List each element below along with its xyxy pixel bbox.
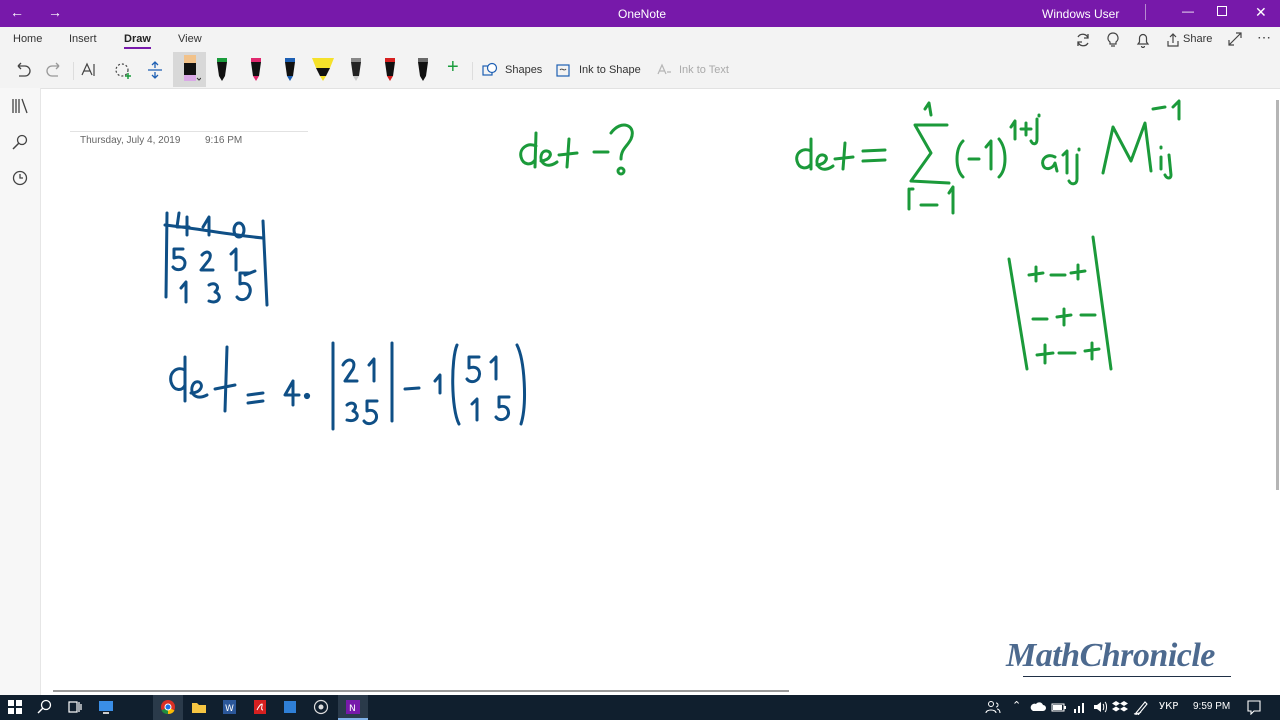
mathchronicle-logo: MathChronicle — [1006, 637, 1215, 674]
restore-icon[interactable] — [1217, 6, 1227, 16]
ink-to-text-button[interactable]: Ink to Text — [656, 52, 736, 88]
tab-home[interactable]: Home — [13, 33, 42, 45]
tray-expand-icon[interactable]: ⌃ — [1012, 699, 1021, 712]
ink-to-text-label: Ink to Text — [679, 64, 729, 76]
desktop-app-icon[interactable] — [98, 699, 114, 715]
tab-insert[interactable]: Insert — [69, 33, 97, 45]
close-icon[interactable]: ✕ — [1255, 4, 1267, 21]
shapes-button[interactable]: Shapes — [482, 52, 544, 88]
ribbon-tabs: Home Insert Draw View Share ⋯ — [0, 27, 1280, 52]
pen-red-icon[interactable] — [383, 56, 397, 82]
blue-app-icon[interactable] — [282, 699, 298, 715]
add-space-icon[interactable] — [146, 61, 164, 79]
tab-view[interactable]: View — [178, 33, 202, 45]
taskbar-search-icon[interactable] — [37, 699, 53, 715]
green-ink-formulas — [519, 99, 1181, 371]
share-icon — [1167, 33, 1179, 47]
more-options-icon[interactable]: ⋯ — [1257, 29, 1271, 46]
acrobat-icon[interactable] — [252, 699, 268, 715]
pencil-icon[interactable] — [349, 56, 363, 82]
blue-ink-matrix — [163, 211, 526, 431]
pen-blue-icon[interactable] — [283, 56, 297, 82]
shapes-label: Shapes — [505, 64, 543, 76]
ink-to-text-icon — [657, 63, 671, 75]
pen-dark-icon[interactable] — [416, 56, 430, 82]
input-language[interactable]: УКР — [1159, 701, 1178, 712]
note-canvas[interactable]: Thursday, July 4, 2019 9:16 PM MathChron… — [41, 89, 1276, 693]
dropbox-icon[interactable] — [1112, 699, 1128, 715]
windows-taskbar: W N ⌃ УКР 9:59 PM — [0, 695, 1280, 720]
redo-icon[interactable] — [46, 62, 64, 78]
expand-icon[interactable] — [1228, 32, 1242, 46]
chrome-icon — [161, 700, 175, 715]
type-select-icon[interactable] — [80, 61, 98, 79]
svg-text:W: W — [225, 704, 234, 714]
title-divider — [1145, 4, 1146, 20]
bell-icon[interactable] — [1136, 32, 1150, 48]
user-name[interactable]: Windows User — [1042, 7, 1119, 21]
shapes-icon — [482, 62, 498, 76]
eraser-button[interactable] — [173, 52, 206, 87]
people-icon[interactable] — [985, 699, 1001, 715]
recorder-icon[interactable] — [313, 699, 329, 715]
draw-toolbar: + Shapes Ink to Shape Ink to Text — [0, 52, 1280, 89]
add-pen-icon[interactable]: + — [447, 56, 459, 79]
sync-icon[interactable] — [1075, 32, 1091, 48]
chrome-taskbar-button[interactable] — [153, 695, 183, 720]
back-icon[interactable]: ← — [10, 4, 24, 20]
word-icon[interactable]: W — [221, 699, 237, 715]
highlighter-yellow-icon[interactable] — [311, 56, 335, 82]
share-label: Share — [1183, 33, 1213, 45]
vertical-scrollbar[interactable] — [1276, 100, 1279, 490]
recent-icon[interactable] — [12, 170, 28, 186]
volume-icon[interactable] — [1092, 699, 1108, 715]
eraser-icon — [184, 55, 201, 81]
onenote-taskbar-button[interactable]: N — [338, 695, 368, 720]
logo-underline — [1023, 676, 1231, 677]
forward-icon[interactable]: → — [48, 4, 62, 20]
pen-workspace-icon[interactable] — [1133, 699, 1149, 715]
ink-layer[interactable] — [41, 89, 1276, 693]
pen-pink-icon[interactable] — [249, 56, 263, 82]
file-explorer-icon[interactable] — [191, 699, 207, 715]
pen-black-icon[interactable] — [215, 56, 229, 82]
toolbar-divider — [73, 62, 74, 80]
system-clock[interactable]: 9:59 PM — [1193, 701, 1230, 712]
minimize-icon[interactable]: — — [1182, 4, 1194, 18]
tab-draw[interactable]: Draw — [124, 33, 151, 49]
ink-to-shape-icon — [556, 64, 570, 77]
toolbar-divider — [472, 62, 473, 80]
title-bar: ← → OneNote Windows User — ✕ — [0, 0, 1280, 27]
app-title: OneNote — [618, 7, 667, 21]
notebooks-icon[interactable] — [12, 98, 29, 114]
action-center-icon[interactable] — [1246, 699, 1262, 715]
horizontal-scrollbar[interactable] — [53, 690, 789, 692]
onedrive-icon[interactable] — [1030, 699, 1046, 715]
task-view-icon[interactable] — [67, 699, 83, 715]
network-icon[interactable] — [1072, 699, 1088, 715]
lightbulb-icon[interactable] — [1106, 32, 1120, 48]
ink-to-shape-button[interactable]: Ink to Shape — [556, 52, 646, 88]
svg-text:N: N — [349, 704, 356, 714]
onenote-icon: N — [346, 700, 360, 714]
lasso-select-icon[interactable] — [113, 61, 133, 81]
left-navigation-rail — [0, 88, 41, 695]
ink-to-shape-label: Ink to Shape — [579, 64, 641, 76]
battery-icon[interactable] — [1051, 699, 1067, 715]
windows-start-icon[interactable] — [7, 699, 23, 715]
search-icon[interactable] — [12, 134, 28, 150]
undo-icon[interactable] — [13, 62, 31, 78]
